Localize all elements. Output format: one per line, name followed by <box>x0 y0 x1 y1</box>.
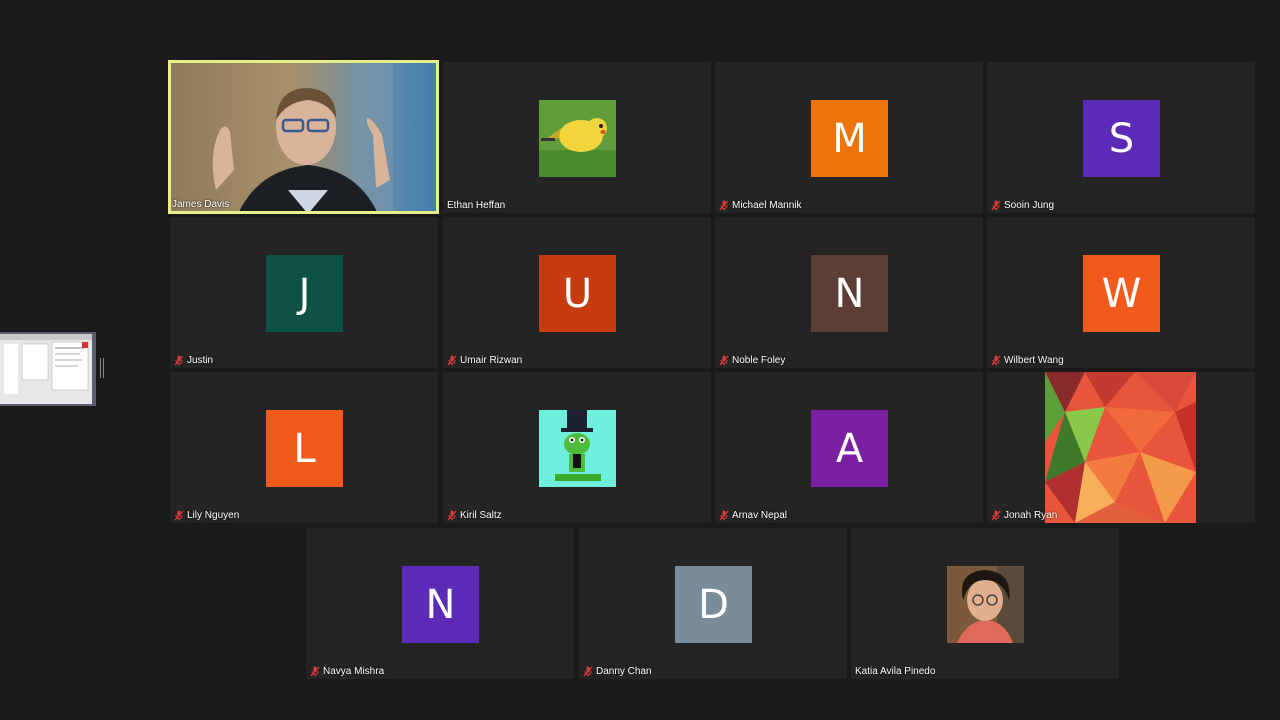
participant-video <box>168 60 439 214</box>
participant-name: Ethan Heffan <box>447 200 506 211</box>
participant-tile[interactable]: N Navya Mishra <box>306 528 574 679</box>
participant-name: Wilbert Wang <box>1004 355 1064 366</box>
muted-mic-icon <box>174 510 184 521</box>
participant-name: Navya Mishra <box>323 666 385 677</box>
participant-name-label: Justin <box>174 355 213 366</box>
muted-mic-icon <box>583 666 593 677</box>
participant-tile[interactable]: A Arnav Nepal <box>715 372 983 523</box>
participant-avatar-initial: M <box>811 100 888 177</box>
participant-name-label: Lily Nguyen <box>174 510 239 521</box>
participant-name-label: Umair Rizwan <box>447 355 522 366</box>
document-preview-icon <box>0 334 92 404</box>
participant-name: Sooin Jung <box>1004 200 1055 211</box>
person-photo-avatar <box>947 566 1024 643</box>
participant-tile[interactable]: Ethan Heffan <box>443 62 711 213</box>
participant-avatar-initial: U <box>539 255 616 332</box>
muted-mic-icon <box>719 355 729 366</box>
muted-mic-icon <box>991 355 1001 366</box>
participant-name: Michael Mannik <box>732 200 802 211</box>
participant-tile[interactable]: L Lily Nguyen <box>170 372 438 523</box>
muted-mic-icon <box>991 200 1001 211</box>
muted-mic-icon <box>447 355 457 366</box>
participant-name-label: Kiril Saltz <box>447 510 502 521</box>
participant-name: Lily Nguyen <box>187 510 240 521</box>
muted-mic-icon <box>310 666 320 677</box>
participant-name: Kiril Saltz <box>460 510 502 521</box>
participant-avatar-initial: L <box>266 410 343 487</box>
participant-name-label: Ethan Heffan <box>447 200 505 211</box>
participant-name: Jonah Ryan <box>1004 510 1058 521</box>
participant-avatar-initial: W <box>1083 255 1160 332</box>
muted-mic-icon <box>174 355 184 366</box>
polygon-pattern-image <box>1045 372 1196 523</box>
participant-tile[interactable]: U Umair Rizwan <box>443 217 711 368</box>
participant-name: James Davis <box>172 199 230 210</box>
participant-name-label: Wilbert Wang <box>991 355 1064 366</box>
participant-avatar-initial: S <box>1083 100 1160 177</box>
participant-name: Justin <box>187 355 214 366</box>
participant-name: Noble Foley <box>732 355 786 366</box>
participant-name-label: Danny Chan <box>583 666 652 677</box>
participant-name-label: Noble Foley <box>719 355 785 366</box>
participant-name: Danny Chan <box>596 666 652 677</box>
participant-avatar-initial: D <box>675 566 752 643</box>
muted-mic-icon <box>447 510 457 521</box>
participant-avatar-initial: N <box>811 255 888 332</box>
participant-name-label: Sooin Jung <box>991 200 1054 211</box>
participant-tile[interactable]: Jonah Ryan <box>987 372 1255 523</box>
participant-name-label: James Davis <box>172 199 229 210</box>
muted-mic-icon <box>991 510 1001 521</box>
participant-avatar-initial: J <box>266 255 343 332</box>
participant-name: Katia Avila Pinedo <box>855 666 936 677</box>
muted-mic-icon <box>719 200 729 211</box>
participant-tile[interactable]: D Danny Chan <box>579 528 847 679</box>
participant-tile[interactable]: Kiril Saltz <box>443 372 711 523</box>
muted-mic-icon <box>719 510 729 521</box>
participant-name: Umair Rizwan <box>460 355 523 366</box>
participant-name-label: Navya Mishra <box>310 666 384 677</box>
participant-avatar-initial: A <box>811 410 888 487</box>
participant-tile[interactable]: N Noble Foley <box>715 217 983 368</box>
participant-tile[interactable]: James Davis <box>168 60 439 214</box>
participant-tile[interactable]: Katia Avila Pinedo <box>851 528 1119 679</box>
pikachu-avatar <box>539 100 616 177</box>
participant-name-label: Michael Mannik <box>719 200 801 211</box>
participant-name-label: Arnav Nepal <box>719 510 787 521</box>
participant-tile[interactable]: J Justin <box>170 217 438 368</box>
resize-handle[interactable] <box>100 358 104 378</box>
participant-avatar-initial: N <box>402 566 479 643</box>
participant-tile[interactable]: S Sooin Jung <box>987 62 1255 213</box>
frog-avatar <box>539 410 616 487</box>
shared-screen-thumbnail[interactable] <box>0 332 96 406</box>
participant-name-label: Katia Avila Pinedo <box>855 666 935 677</box>
participant-name: Arnav Nepal <box>732 510 788 521</box>
participant-tile[interactable]: W Wilbert Wang <box>987 217 1255 368</box>
participant-name-label: Jonah Ryan <box>991 510 1057 521</box>
participant-tile[interactable]: M Michael Mannik <box>715 62 983 213</box>
